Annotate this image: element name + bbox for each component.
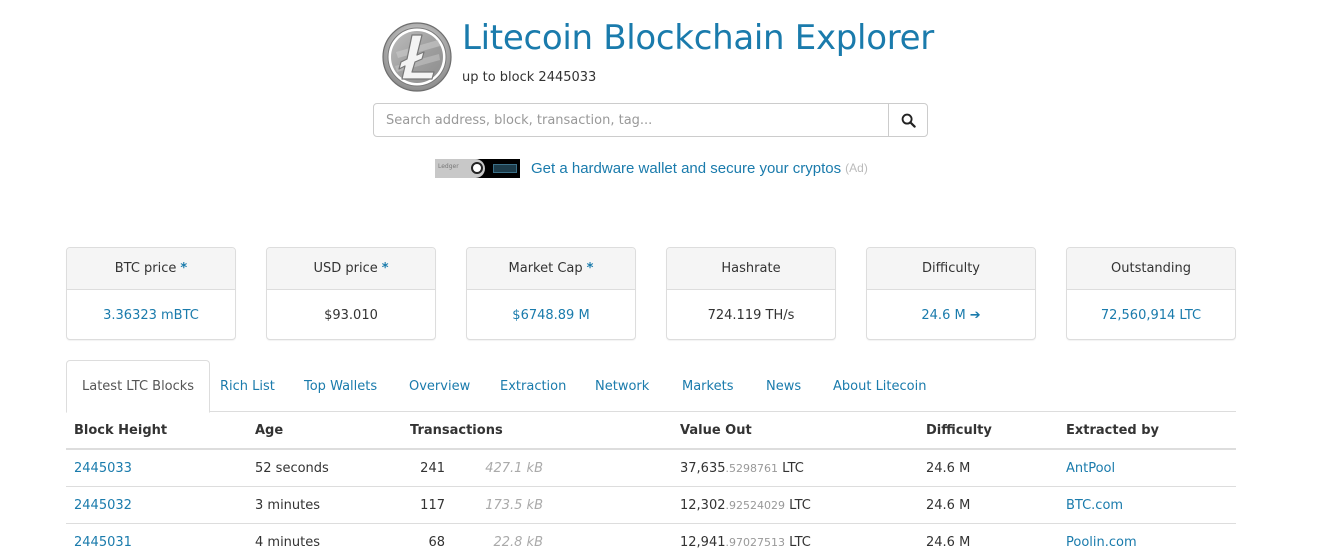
stat-label: Outstanding bbox=[1111, 261, 1191, 276]
stat-value: 724.119 TH/s bbox=[707, 307, 795, 323]
tab-extraction[interactable]: Extraction bbox=[485, 360, 581, 412]
column-header-value-out: Value Out bbox=[680, 422, 752, 438]
column-header-age: Age bbox=[255, 422, 284, 438]
transaction-count: 68 bbox=[428, 534, 445, 550]
block-height-link[interactable]: 2445033 bbox=[74, 461, 132, 476]
block-height-subtitle: up to block 2445033 bbox=[462, 70, 597, 85]
stats-panels: BTC price * 3.36323 mBTC USD price * $93.0… bbox=[66, 247, 1236, 340]
transaction-count: 117 bbox=[420, 497, 445, 513]
table-row: 2445033 52 seconds 241 427.1 kB 37,635.5… bbox=[66, 450, 1236, 487]
column-header-block-height: Block Height bbox=[74, 422, 168, 438]
search-button[interactable] bbox=[888, 104, 927, 136]
stat-label: BTC price bbox=[114, 261, 177, 276]
stat-hashrate: Hashrate 724.119 TH/s bbox=[666, 247, 836, 340]
miner-link[interactable]: AntPool bbox=[1066, 461, 1115, 476]
blocks-table: Block Height Age Transactions Value Out … bbox=[66, 412, 1236, 556]
stat-label: Hashrate bbox=[721, 261, 781, 276]
block-size: 173.5 kB bbox=[485, 497, 543, 513]
site-header: Litecoin Blockchain Explorer up to block… bbox=[382, 18, 942, 94]
ledger-brand-label: Ledger bbox=[438, 162, 459, 170]
block-size: 22.8 kB bbox=[493, 534, 543, 550]
stat-label: Market Cap bbox=[508, 261, 583, 276]
stat-btc-price: BTC price * 3.36323 mBTC bbox=[66, 247, 236, 340]
stat-usd-price: USD price * $93.010 bbox=[266, 247, 436, 340]
table-row: 2445031 4 minutes 68 22.8 kB 12,941.9702… bbox=[66, 524, 1236, 556]
tab-markets[interactable]: Markets bbox=[667, 360, 748, 412]
search-icon bbox=[901, 113, 916, 128]
stat-value[interactable]: 3.36323 mBTC bbox=[103, 308, 199, 323]
tab-news[interactable]: News bbox=[751, 360, 816, 412]
block-age: 52 seconds bbox=[255, 460, 329, 476]
arrow-right-icon[interactable]: ➔ bbox=[970, 308, 981, 323]
search-input[interactable] bbox=[374, 104, 888, 136]
tab-top-wallets[interactable]: Top Wallets bbox=[289, 360, 392, 412]
value-out: 12,941.97027513 LTC bbox=[680, 524, 811, 556]
info-star-icon[interactable]: * bbox=[587, 261, 594, 276]
tab-bar: Latest LTC Blocks Rich List Top Wallets … bbox=[66, 360, 1236, 413]
miner-link[interactable]: BTC.com bbox=[1066, 498, 1123, 513]
block-difficulty: 24.6 M bbox=[926, 497, 971, 513]
value-decimals: .92524029 bbox=[725, 498, 786, 512]
value-out: 37,635.5298761 LTC bbox=[680, 450, 804, 486]
block-age: 4 minutes bbox=[255, 534, 321, 550]
value-decimals: .97027513 bbox=[725, 535, 786, 549]
value-integer: 37,635 bbox=[680, 460, 726, 476]
stat-label: Difficulty bbox=[922, 261, 980, 276]
stat-value[interactable]: 72,560,914 LTC bbox=[1101, 308, 1201, 323]
tab-latest-ltc-blocks[interactable]: Latest LTC Blocks bbox=[66, 360, 211, 413]
search-bar bbox=[373, 103, 928, 137]
ad-link[interactable]: Get a hardware wallet and secure your cr… bbox=[531, 160, 841, 177]
wallet-screen-icon bbox=[493, 163, 517, 173]
wallet-button-icon bbox=[471, 161, 483, 174]
litecoin-logo-icon[interactable] bbox=[382, 22, 452, 92]
value-decimals: .5298761 bbox=[725, 461, 779, 475]
value-unit: LTC bbox=[785, 497, 811, 513]
stat-difficulty: Difficulty 24.6 M ➔ bbox=[866, 247, 1036, 340]
value-unit: LTC bbox=[778, 460, 804, 476]
value-integer: 12,302 bbox=[680, 497, 726, 513]
site-title[interactable]: Litecoin Blockchain Explorer bbox=[462, 18, 934, 58]
miner-link[interactable]: Poolin.com bbox=[1066, 535, 1137, 550]
column-header-extracted-by: Extracted by bbox=[1066, 422, 1160, 438]
block-size: 427.1 kB bbox=[485, 460, 543, 476]
tab-rich-list[interactable]: Rich List bbox=[205, 360, 290, 412]
tab-network[interactable]: Network bbox=[580, 360, 664, 412]
ledger-wallet-image[interactable]: Ledger bbox=[435, 158, 520, 178]
stat-value[interactable]: $6748.89 M bbox=[512, 308, 589, 323]
table-row: 2445032 3 minutes 117 173.5 kB 12,302.92… bbox=[66, 487, 1236, 524]
block-difficulty: 24.6 M bbox=[926, 460, 971, 476]
block-height-link[interactable]: 2445032 bbox=[74, 498, 132, 513]
value-unit: LTC bbox=[785, 534, 811, 550]
table-header-row: Block Height Age Transactions Value Out … bbox=[66, 412, 1236, 450]
block-age: 3 minutes bbox=[255, 497, 321, 513]
value-out: 12,302.92524029 LTC bbox=[680, 487, 811, 523]
stat-outstanding: Outstanding 72,560,914 LTC bbox=[1066, 247, 1236, 340]
stat-value[interactable]: 24.6 M bbox=[921, 308, 965, 323]
column-header-difficulty: Difficulty bbox=[926, 422, 992, 438]
info-star-icon[interactable]: * bbox=[382, 261, 389, 276]
column-header-transactions: Transactions bbox=[410, 422, 503, 438]
value-integer: 12,941 bbox=[680, 534, 726, 550]
tab-overview[interactable]: Overview bbox=[394, 360, 485, 412]
tab-about-litecoin[interactable]: About Litecoin bbox=[818, 360, 941, 412]
stat-value: $93.010 bbox=[324, 307, 378, 323]
ad-tag: (Ad) bbox=[845, 161, 868, 175]
info-star-icon[interactable]: * bbox=[180, 261, 187, 276]
stat-market-cap: Market Cap * $6748.89 M bbox=[466, 247, 636, 340]
block-difficulty: 24.6 M bbox=[926, 534, 971, 550]
block-height-link[interactable]: 2445031 bbox=[74, 535, 132, 550]
stat-label: USD price bbox=[313, 261, 378, 276]
transaction-count: 241 bbox=[420, 460, 445, 476]
ad-banner: Ledger Get a hardware wallet and secure … bbox=[435, 158, 868, 178]
